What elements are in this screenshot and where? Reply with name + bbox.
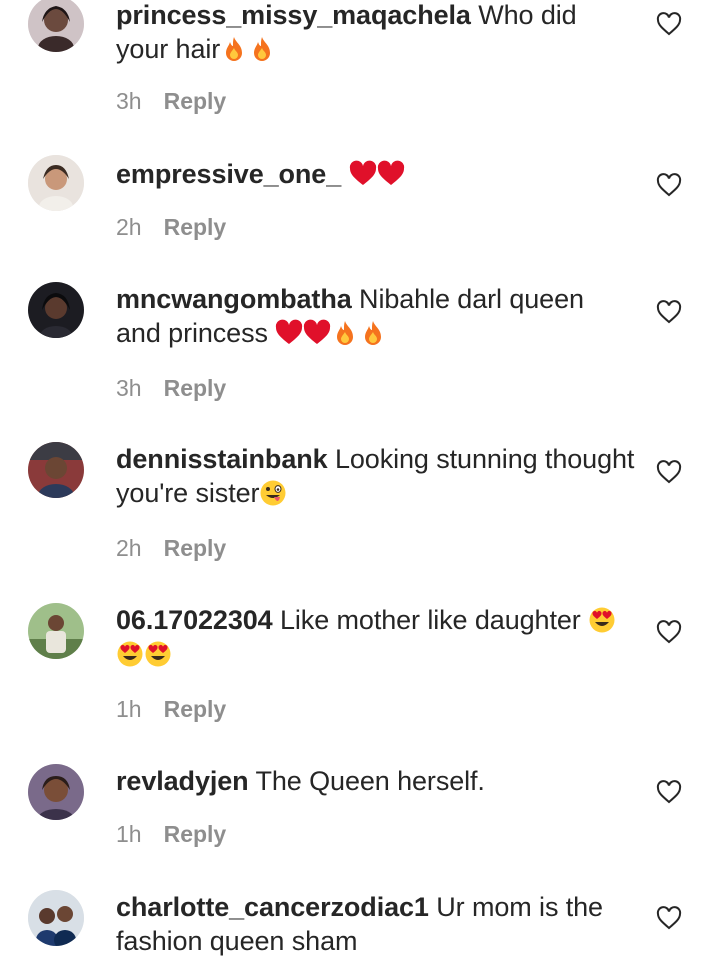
comment-time: 2h [116,535,142,561]
reply-button[interactable]: Reply [164,88,227,114]
like-heart-icon[interactable] [656,620,682,644]
fire-emoji [359,319,387,347]
comment-username[interactable]: charlotte_cancerzodiac1 [116,892,429,922]
like-heart-icon[interactable] [656,173,682,197]
fire-emoji [248,35,276,63]
comment-username[interactable]: 06.17022304 [116,605,273,635]
avatar[interactable] [28,442,84,498]
zany-face-emoji [259,479,287,507]
reply-button[interactable]: Reply [164,375,227,401]
avatar[interactable] [28,282,84,338]
red-heart-emoji [275,319,303,347]
comment-text: Like mother like daughter [279,605,581,635]
comment-text: The Queen herself. [255,766,485,796]
reply-button[interactable]: Reply [164,821,227,847]
avatar[interactable] [28,155,84,211]
comment-time: 1h [116,821,142,847]
comment-time: 3h [116,375,142,401]
like-heart-icon[interactable] [656,12,682,36]
comment-meta: 3h Reply [116,88,226,115]
reply-button[interactable]: Reply [164,535,227,561]
reply-button[interactable]: Reply [164,214,227,240]
comment-body: revladyjen The Queen herself. [116,764,636,798]
reply-button[interactable]: Reply [164,696,227,722]
like-heart-icon[interactable] [656,906,682,930]
avatar[interactable] [28,890,84,946]
red-heart-emoji [303,319,331,347]
fire-emoji [220,35,248,63]
like-heart-icon[interactable] [656,460,682,484]
avatar[interactable] [28,603,84,659]
comment-username[interactable]: revladyjen [116,766,249,796]
comment-body: dennisstainbank Looking stunning thought… [116,442,636,510]
comment-time: 1h [116,696,142,722]
comment-body: princess_missy_maqachela Who did your ha… [116,0,636,66]
like-heart-icon[interactable] [656,780,682,804]
heart-eyes-emoji [144,640,172,668]
comment-meta: 1h Reply [116,821,226,848]
comment-body: mncwangombatha Nibahle darl queen and pr… [116,282,636,350]
comment-time: 3h [116,88,142,114]
comment-username[interactable]: mncwangombatha [116,284,352,314]
heart-eyes-emoji [588,606,616,634]
red-heart-emoji [349,160,377,188]
comment-username[interactable]: princess_missy_maqachela [116,0,471,30]
comment-username[interactable]: empressive_one_ [116,159,341,189]
comment-body: 06.17022304 Like mother like daughter [116,603,636,671]
comment-meta: 2h Reply [116,535,226,562]
comment-meta: 1h Reply [116,696,226,723]
fire-emoji [331,319,359,347]
avatar[interactable] [28,0,84,52]
red-heart-emoji [377,160,405,188]
comment-body: charlotte_cancerzodiac1 Ur mom is the fa… [116,890,636,958]
like-heart-icon[interactable] [656,300,682,324]
avatar[interactable] [28,764,84,820]
comment-meta: 2h Reply [116,214,226,241]
comment-time: 2h [116,214,142,240]
comment-meta: 3h Reply [116,375,226,402]
comment-username[interactable]: dennisstainbank [116,444,328,474]
heart-eyes-emoji [116,640,144,668]
comment-body: empressive_one_ [116,157,636,191]
